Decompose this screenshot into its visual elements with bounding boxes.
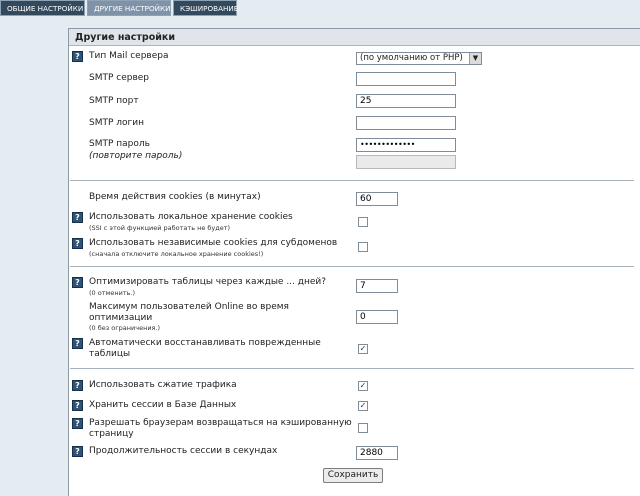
mail-type-select[interactable]: (по умолчанию от PHP) ▼ (356, 52, 482, 65)
smtp-port-label: SMTP порт (89, 96, 139, 106)
db-sessions-checkbox[interactable]: ✓ (358, 401, 368, 411)
section-divider (70, 266, 634, 267)
mail-type-label: Тип Mail сервера (89, 51, 169, 61)
help-icon[interactable]: ? (72, 51, 83, 62)
auto-repair-label-line1: Автоматически восстанавливать поврежденн… (89, 338, 321, 348)
help-icon[interactable]: ? (72, 277, 83, 288)
smtp-password-repeat-input (356, 155, 456, 169)
repeat-password-label: (повторите пароль) (89, 151, 183, 161)
section-divider (70, 180, 634, 181)
local-cookies-label: Использовать локальное хранение cookies (89, 212, 293, 222)
local-cookies-note: (SSI с этой функцией работать не будет) (89, 224, 231, 232)
session-duration-label: Продолжительность сессии в секундах (89, 446, 278, 456)
help-icon[interactable]: ? (72, 380, 83, 391)
max-users-input[interactable]: 0 (356, 310, 398, 324)
cached-back-label-line1: Разрешать браузерам возвращаться на кэши… (89, 418, 352, 428)
help-icon[interactable]: ? (72, 400, 83, 411)
tab-general-settings[interactable]: ОБЩИЕ НАСТРОЙКИ (0, 0, 85, 16)
compress-traffic-label: Использовать сжатие трафика (89, 380, 237, 390)
smtp-port-input[interactable]: 25 (356, 94, 456, 108)
subdomain-cookies-checkbox[interactable] (358, 242, 368, 252)
auto-repair-label-line2: таблицы (89, 349, 131, 359)
max-users-label-line2: оптимизации (89, 313, 153, 323)
session-duration-input[interactable]: 2880 (356, 446, 398, 460)
smtp-server-label: SMTP сервер (89, 73, 150, 83)
smtp-server-input[interactable] (356, 72, 456, 86)
tab-caching[interactable]: КЭШИРОВАНИЕ (173, 0, 238, 16)
optimize-tables-input[interactable]: 7 (356, 279, 398, 293)
db-sessions-label: Хранить сессии в Базе Данных (89, 400, 237, 410)
cached-back-checkbox[interactable] (358, 423, 368, 433)
smtp-login-label: SMTP логин (89, 118, 144, 128)
help-icon[interactable]: ? (72, 212, 83, 223)
compress-traffic-checkbox[interactable]: ✓ (358, 381, 368, 391)
help-icon[interactable]: ? (72, 446, 83, 457)
max-users-label-line1: Максимум пользователей Online во время (89, 302, 289, 312)
smtp-password-label: SMTP пароль (89, 139, 150, 149)
local-cookies-checkbox[interactable] (358, 217, 368, 227)
smtp-password-input[interactable]: ••••••••••••• (356, 138, 456, 152)
help-icon[interactable]: ? (72, 238, 83, 249)
optimize-tables-label: Оптимизировать таблицы через каждые ... … (89, 277, 327, 287)
max-users-note: (0 без ограничения.) (89, 324, 161, 332)
section-divider (70, 368, 634, 369)
help-icon[interactable]: ? (72, 418, 83, 429)
chevron-down-icon[interactable]: ▼ (469, 53, 481, 64)
tab-other-settings[interactable]: ДРУГИЕ НАСТРОЙКИ (87, 0, 171, 16)
help-icon[interactable]: ? (72, 338, 83, 349)
optimize-tables-note: (0 отменить.) (89, 289, 136, 297)
smtp-login-input[interactable] (356, 116, 456, 130)
subdomain-cookies-label: Использовать независимые cookies для суб… (89, 238, 338, 248)
mail-type-value: (по умолчанию от PHP) (360, 53, 463, 63)
panel-title: Другие настройки (69, 29, 640, 46)
auto-repair-checkbox[interactable]: ✓ (358, 344, 368, 354)
subdomain-cookies-note: (сначала отключите локальное хранение co… (89, 250, 264, 258)
cached-back-label-line2: страницу (89, 429, 134, 439)
cookie-lifetime-input[interactable]: 60 (356, 192, 398, 206)
save-button[interactable]: Сохранить (323, 468, 383, 483)
settings-tabs: ОБЩИЕ НАСТРОЙКИ ДРУГИЕ НАСТРОЙКИ КЭШИРОВ… (0, 0, 239, 16)
cookie-lifetime-label: Время действия cookies (в минутах) (89, 192, 261, 202)
